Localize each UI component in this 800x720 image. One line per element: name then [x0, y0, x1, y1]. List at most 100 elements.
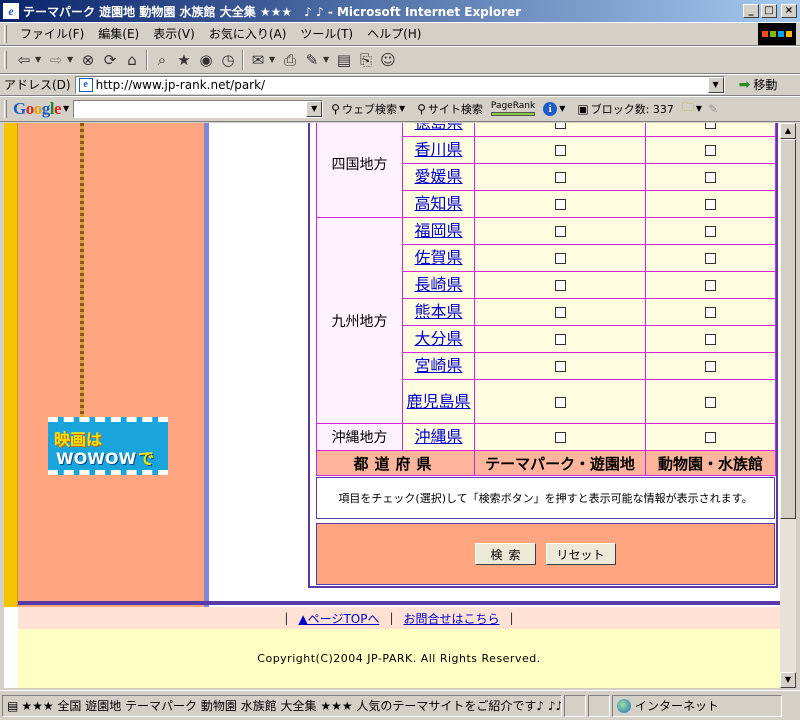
- address-dropdown-icon[interactable]: ▼: [707, 76, 724, 93]
- prefecture-link[interactable]: 大分県: [414, 329, 462, 348]
- media-icon[interactable]: ◉: [195, 49, 217, 71]
- google-logo[interactable]: Google: [13, 99, 62, 119]
- popup-blocked-count: ブロック数: 337: [590, 102, 674, 116]
- themepark-checkbox[interactable]: [554, 432, 566, 443]
- prefecture-link[interactable]: 愛媛県: [414, 167, 462, 186]
- edit-dropdown-icon[interactable]: ▼: [323, 55, 333, 64]
- google-search-input[interactable]: ▼: [73, 99, 324, 118]
- vertical-scrollbar[interactable]: ▲ ▼: [780, 123, 796, 688]
- address-url[interactable]: http://www.jp-rank.net/park/: [96, 78, 266, 92]
- toolbar-grip[interactable]: [4, 99, 7, 118]
- themepark-checkbox[interactable]: [554, 145, 566, 156]
- edit-icon[interactable]: ✎: [301, 49, 323, 71]
- zoo-checkbox[interactable]: [705, 123, 716, 129]
- table-row: 九州地方 福岡県: [316, 217, 776, 424]
- themepark-checkbox[interactable]: [554, 199, 566, 210]
- home-icon[interactable]: ⌂: [121, 49, 143, 71]
- zoo-checkbox[interactable]: [705, 334, 716, 345]
- autofill-dropdown-icon[interactable]: ▼: [696, 104, 702, 113]
- window-border: [796, 123, 800, 688]
- prefecture-link[interactable]: 熊本県: [414, 302, 462, 321]
- toolbar-grip[interactable]: [4, 24, 7, 43]
- maximize-button[interactable]: □: [761, 4, 777, 18]
- toolbar-grip[interactable]: [4, 50, 7, 69]
- menu-edit[interactable]: 編集(E): [91, 25, 146, 42]
- zoo-checkbox[interactable]: [705, 172, 716, 183]
- prefecture-link[interactable]: 長崎県: [414, 275, 462, 294]
- scroll-down-icon[interactable]: ▼: [780, 672, 796, 688]
- menu-view[interactable]: 表示(V): [146, 25, 202, 42]
- print-icon[interactable]: ⎙: [279, 49, 301, 71]
- wowow-ad-banner[interactable]: 映画は WOWOW で: [48, 417, 168, 475]
- zoo-checkbox[interactable]: [705, 396, 716, 408]
- reset-button[interactable]: リセット: [545, 543, 616, 565]
- scroll-up-icon[interactable]: ▲: [780, 123, 796, 139]
- google-menu-dropdown-icon[interactable]: ▼: [63, 104, 69, 113]
- search-button[interactable]: 検索: [475, 543, 536, 565]
- themepark-checkbox[interactable]: [554, 226, 566, 237]
- pagerank-meter[interactable]: PageRank: [490, 101, 535, 116]
- zoo-cell: [645, 423, 776, 451]
- contact-link[interactable]: お問合せはこちら: [404, 610, 500, 627]
- close-button[interactable]: ×: [781, 4, 797, 18]
- prefecture-link[interactable]: 鹿児島県: [406, 392, 470, 411]
- messenger-icon[interactable]: ☺: [377, 49, 399, 71]
- themepark-checkbox[interactable]: [554, 307, 566, 318]
- forward-icon[interactable]: ⇨: [45, 49, 67, 71]
- google-search-dropdown-icon[interactable]: ▼: [306, 100, 323, 117]
- highlighter-icon[interactable]: ✎: [708, 102, 718, 116]
- web-search-button[interactable]: ⚲ ウェブ検索 ▼: [331, 101, 409, 117]
- themepark-checkbox[interactable]: [554, 253, 566, 264]
- prefecture-link[interactable]: 佐賀県: [414, 248, 462, 267]
- mail-icon[interactable]: ✉: [247, 49, 269, 71]
- themepark-checkbox[interactable]: [554, 334, 566, 345]
- menu-favorites[interactable]: お気に入り(A): [202, 25, 294, 42]
- favorites-icon[interactable]: ★: [173, 49, 195, 71]
- back-dropdown-icon[interactable]: ▼: [35, 55, 45, 64]
- zoo-checkbox[interactable]: [705, 280, 716, 291]
- prefecture-link[interactable]: 徳島県: [414, 123, 462, 132]
- prefecture-link[interactable]: 高知県: [414, 194, 462, 213]
- zoo-checkbox[interactable]: [705, 361, 716, 372]
- zoo-checkbox[interactable]: [705, 253, 716, 264]
- zoo-checkbox[interactable]: [705, 226, 716, 237]
- minimize-button[interactable]: _: [743, 4, 759, 18]
- research-icon[interactable]: ⎘: [355, 49, 377, 71]
- address-input[interactable]: e http://www.jp-rank.net/park/ ▼: [74, 75, 725, 94]
- popup-blocker[interactable]: ▣ ブロック数: 337: [577, 101, 674, 117]
- prefecture-link[interactable]: 宮崎県: [414, 356, 462, 375]
- history-icon[interactable]: ◷: [217, 49, 239, 71]
- page-info-button[interactable]: i ▼: [543, 101, 569, 116]
- zoo-checkbox[interactable]: [705, 145, 716, 156]
- menu-file[interactable]: ファイル(F): [13, 25, 91, 42]
- page-top-link[interactable]: ▲ページTOPへ: [298, 610, 379, 627]
- search-icon[interactable]: ⌕: [151, 49, 173, 71]
- menu-help[interactable]: ヘルプ(H): [360, 25, 428, 42]
- mail-dropdown-icon[interactable]: ▼: [269, 55, 279, 64]
- left-sidebar: 映画は WOWOW で: [18, 123, 204, 607]
- zoo-checkbox[interactable]: [705, 432, 716, 443]
- site-search-button[interactable]: ⚲ サイト検索: [417, 101, 483, 117]
- discuss-icon[interactable]: ▤: [333, 49, 355, 71]
- themepark-checkbox[interactable]: [554, 396, 566, 408]
- autofill-button[interactable]: 🗀 ▼ ✎: [682, 98, 718, 119]
- page-info-dropdown-icon[interactable]: ▼: [559, 104, 565, 113]
- themepark-checkbox[interactable]: [554, 123, 566, 129]
- forward-dropdown-icon[interactable]: ▼: [67, 55, 77, 64]
- web-search-dropdown-icon[interactable]: ▼: [399, 104, 405, 113]
- stop-icon[interactable]: ⊗: [77, 49, 99, 71]
- go-button[interactable]: ➡ 移動: [739, 76, 778, 93]
- themepark-checkbox[interactable]: [554, 280, 566, 291]
- prefecture-link[interactable]: 沖縄県: [414, 427, 462, 446]
- themepark-cell: [474, 123, 646, 137]
- prefecture-link[interactable]: 香川県: [414, 140, 462, 159]
- refresh-icon[interactable]: ⟳: [99, 49, 121, 71]
- zoo-checkbox[interactable]: [705, 199, 716, 210]
- themepark-checkbox[interactable]: [554, 361, 566, 372]
- back-icon[interactable]: ⇦: [13, 49, 35, 71]
- themepark-checkbox[interactable]: [554, 172, 566, 183]
- menu-tools[interactable]: ツール(T): [293, 25, 360, 42]
- prefecture-link[interactable]: 福岡県: [414, 221, 462, 240]
- zoo-checkbox[interactable]: [705, 307, 716, 318]
- scroll-thumb[interactable]: [780, 139, 796, 519]
